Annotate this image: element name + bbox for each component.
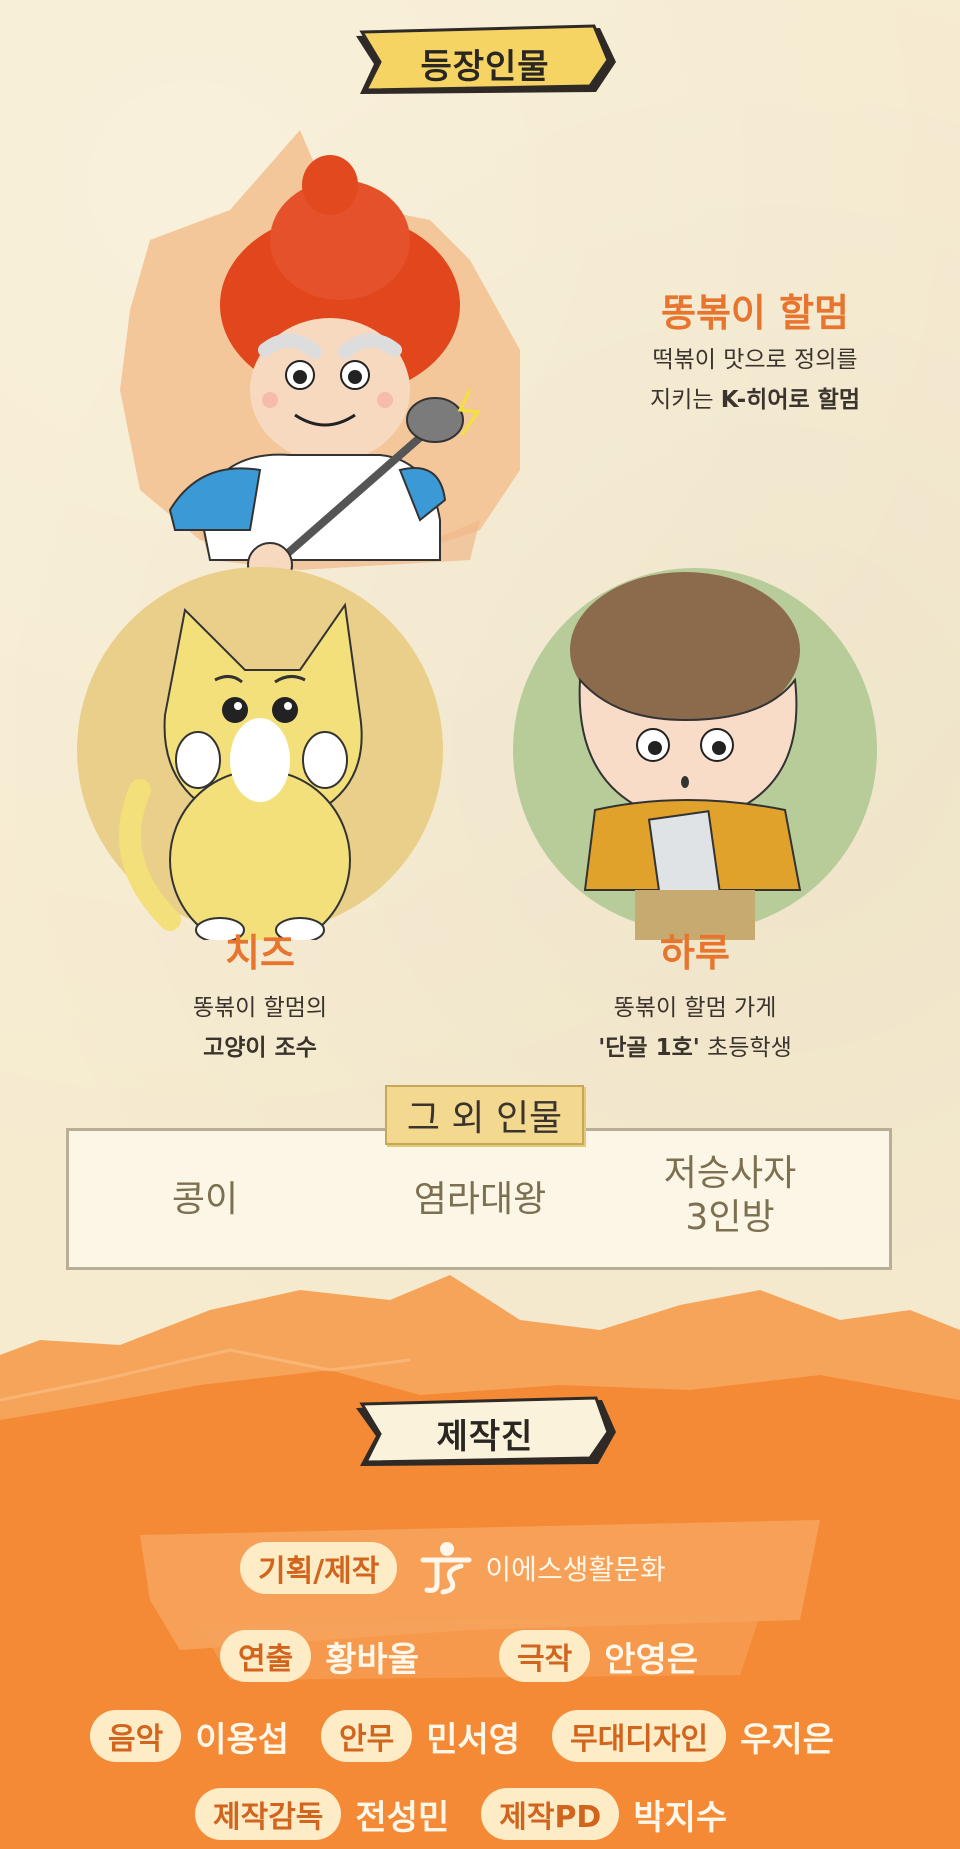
staff-title-banner: 제작진 xyxy=(350,1392,620,1474)
character-name-haru: 하루 xyxy=(660,931,730,975)
main-title: 등장인물 xyxy=(420,46,550,87)
haru-illustration xyxy=(513,568,877,940)
desc-line: 똥볶이 할멈의 xyxy=(192,995,328,1021)
staff-name: 우지은 xyxy=(740,1719,834,1760)
role-badge: 연출 xyxy=(220,1630,312,1682)
desc-line: 고양이 조수 xyxy=(203,1035,317,1061)
page: 등장인물 똥볶이 할멈 떡볶이 맛으로 정의를 지키는 K-히어로 할멈 치즈 … xyxy=(0,0,960,1849)
role-badge: 음악 xyxy=(90,1710,182,1762)
character-name-cheese: 치즈 xyxy=(225,931,295,975)
company-logo-icon xyxy=(420,1542,472,1595)
desc-line: 똥볶이 할멈 가게 xyxy=(613,995,777,1021)
company-name: 이에스생활문화 xyxy=(485,1553,666,1586)
staff-row-planning: 기획/제작 이에스생활문화 xyxy=(240,1540,666,1596)
staff-name: 이용섭 xyxy=(195,1719,290,1760)
staff-name: 전성민 xyxy=(355,1797,450,1838)
desc-line: 떡볶이 맛으로 정의를 xyxy=(652,347,858,373)
staff-name: 박지수 xyxy=(633,1797,728,1838)
staff-row-2: 음악 이용섭 안무 민서영 무대디자인 우지은 xyxy=(90,1710,834,1762)
desc-plain: 초등학생 xyxy=(699,1035,792,1061)
other-character-reapers-line1: 저승사자 xyxy=(663,1153,797,1194)
role-badge: 안무 xyxy=(321,1710,413,1762)
staff-row-3: 제작감독 전성민 제작PD 박지수 xyxy=(195,1788,727,1840)
cheese-cat-illustration xyxy=(77,567,443,940)
desc-line: 지키는 K-히어로 할멈 xyxy=(600,380,910,420)
desc-line: '단골 1호' 초등학생 xyxy=(525,1028,865,1068)
role-badge: 제작PD xyxy=(481,1788,620,1840)
desc-plain: 지키는 xyxy=(650,387,721,413)
other-character-reapers-line2: 3인방 xyxy=(685,1197,775,1238)
character-name-halmeom: 똥볶이 할멈 xyxy=(660,291,850,335)
staff-title: 제작진 xyxy=(436,1416,534,1457)
other-characters-title: 그 외 인물 xyxy=(385,1085,584,1145)
staff-row-1: 연출 황바울 극작 안영은 xyxy=(220,1630,698,1682)
desc-bold: K-히어로 할멈 xyxy=(720,387,860,413)
staff-name: 안영은 xyxy=(604,1639,699,1680)
character-desc-haru: 똥볶이 할멈 가게 '단골 1호' 초등학생 xyxy=(525,988,865,1068)
character-desc-halmeom: 떡볶이 맛으로 정의를 지키는 K-히어로 할멈 xyxy=(600,340,910,420)
character-desc-cheese: 똥볶이 할멈의 고양이 조수 xyxy=(110,988,410,1068)
staff-name: 민서영 xyxy=(426,1719,521,1760)
desc-bold: '단골 1호' xyxy=(598,1035,700,1061)
role-badge: 극작 xyxy=(499,1630,591,1682)
staff-name: 황바울 xyxy=(325,1639,420,1680)
role-badge: 무대디자인 xyxy=(552,1710,727,1762)
other-character-kongi: 콩이 xyxy=(171,1179,239,1220)
role-badge-planning: 기획/제작 xyxy=(240,1542,398,1594)
role-badge: 제작감독 xyxy=(195,1788,342,1840)
other-character-yeomra: 염라대왕 xyxy=(413,1179,547,1220)
other-character-reapers: 저승사자 3인방 xyxy=(630,1152,830,1240)
